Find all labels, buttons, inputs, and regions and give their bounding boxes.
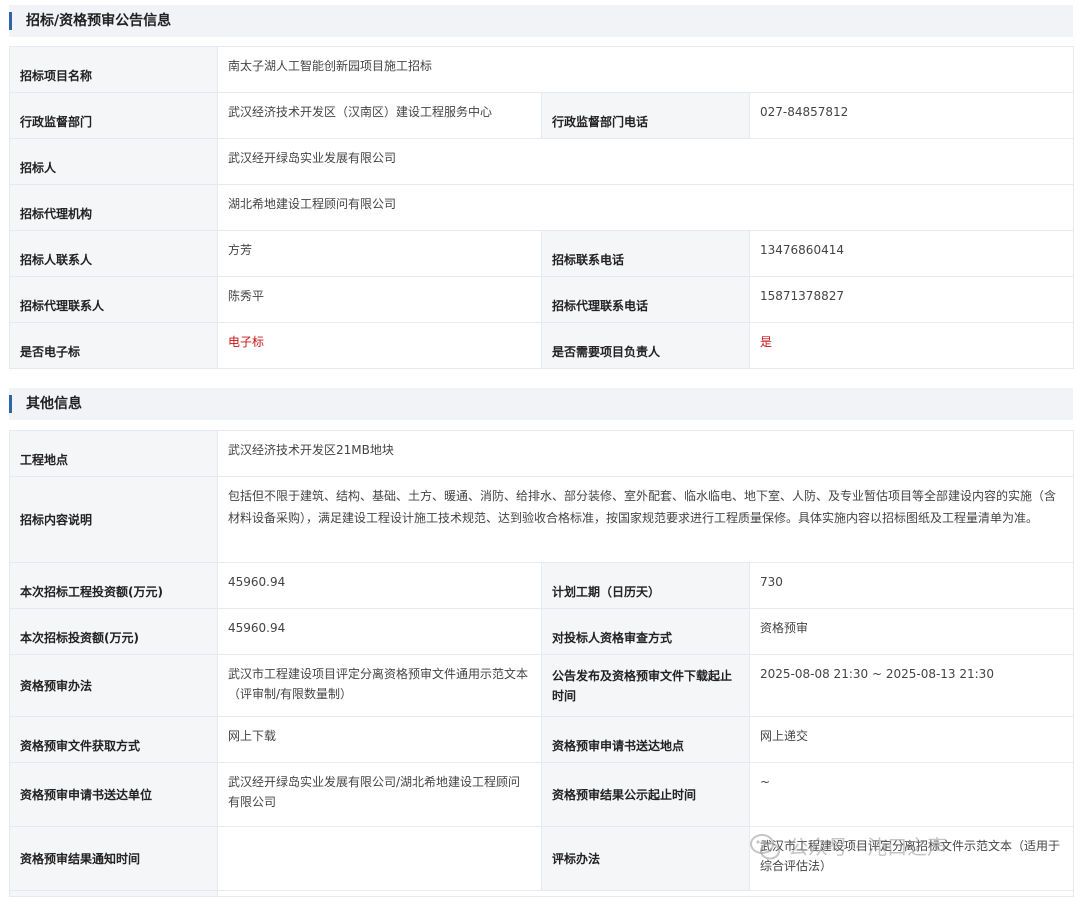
field-value: 南太子湖人工智能创新园项目施工招标 bbox=[216, 46, 1075, 93]
field-value: 武汉经济技术开发区21MB地块 bbox=[216, 430, 1075, 477]
project-leader-required-value: 是 bbox=[748, 322, 1075, 369]
section-accent-bar bbox=[9, 12, 12, 30]
field-label: 招标内容说明 bbox=[9, 476, 218, 563]
field-value: 027-84857812 bbox=[748, 92, 1075, 139]
section-accent-bar bbox=[9, 395, 12, 413]
field-label: 行政监督部门 bbox=[9, 92, 218, 139]
electronic-bid-value: 电子标 bbox=[217, 322, 542, 369]
section-header-other-info: 其他信息 bbox=[9, 388, 1073, 420]
table-row: 本次招标工程投资额(万元) 45960.94 计划工期（日历天） 730 bbox=[9, 562, 1075, 609]
field-label: 资格预审办法 bbox=[9, 654, 218, 717]
field-label: 工程地点 bbox=[9, 430, 218, 477]
table-row: 是否电子标 电子标 是否需要项目负责人 是 bbox=[9, 322, 1075, 369]
field-value bbox=[217, 826, 542, 891]
field-value bbox=[216, 890, 1075, 897]
field-label: 是否需要项目负责人 bbox=[541, 322, 750, 369]
table-row: 资格预审文件获取方式 网上下载 资格预审申请书送达地点 网上递交 bbox=[9, 716, 1075, 763]
table-row: 招标人联系人 方芳 招标联系电话 13476860414 bbox=[9, 230, 1075, 277]
section-title: 招标/资格预审公告信息 bbox=[26, 13, 172, 29]
section-header-bid-info: 招标/资格预审公告信息 bbox=[9, 5, 1073, 37]
field-label: 招标项目名称 bbox=[9, 46, 218, 93]
table-row: 资格预审办法 武汉市工程建设项目评定分离资格预审文件通用示范文本（评审制/有限数… bbox=[9, 654, 1075, 717]
field-label: 评标办法 bbox=[541, 826, 750, 891]
field-value: 2025-08-08 21:30 ~ 2025-08-13 21:30 bbox=[748, 654, 1075, 717]
table-row: 工程地点 武汉经济技术开发区21MB地块 bbox=[9, 430, 1075, 477]
field-label: 资格预审申请书送达地点 bbox=[541, 716, 750, 763]
other-info-table: 工程地点 武汉经济技术开发区21MB地块 招标内容说明 包括但不限于建筑、结构、… bbox=[9, 430, 1075, 897]
field-value: 资格预审 bbox=[748, 608, 1075, 655]
field-value: 15871378827 bbox=[748, 276, 1075, 323]
table-row: 资格预审结果通知时间 评标办法 武汉市工程建设项目评定分离招标文件示范文本（适用… bbox=[9, 826, 1075, 891]
table-row: 招标代理机构 湖北希地建设工程顾问有限公司 bbox=[9, 184, 1075, 231]
field-label: 资格预审文件获取方式 bbox=[9, 716, 218, 763]
table-row: 招标项目名称 南太子湖人工智能创新园项目施工招标 bbox=[9, 46, 1075, 93]
field-label: 招标联系电话 bbox=[541, 230, 750, 277]
field-value: ~ bbox=[748, 762, 1075, 827]
field-label: 资格预审申请书送达单位 bbox=[9, 762, 218, 827]
field-label: 对投标人资格审查方式 bbox=[541, 608, 750, 655]
field-value: 湖北希地建设工程顾问有限公司 bbox=[216, 184, 1075, 231]
field-label: 是否电子标 bbox=[9, 322, 218, 369]
field-label: 招标代理联系人 bbox=[9, 276, 218, 323]
field-label: 资格预审结果公示起止时间 bbox=[541, 762, 750, 827]
field-value: 730 bbox=[748, 562, 1075, 609]
field-label: 招标人联系人 bbox=[9, 230, 218, 277]
field-value: 网上下载 bbox=[217, 716, 542, 763]
field-label: 资格预审结果通知时间 bbox=[9, 826, 218, 891]
field-value: 陈秀平 bbox=[217, 276, 542, 323]
field-label: 公告发布及资格预审文件下载起止时间 bbox=[541, 654, 750, 717]
field-label: 招标代理联系电话 bbox=[541, 276, 750, 323]
field-value: 武汉经开绿岛实业发展有限公司/湖北希地建设工程顾问有限公司 bbox=[217, 762, 542, 827]
table-row bbox=[9, 890, 1075, 897]
field-label: 计划工期（日历天） bbox=[541, 562, 750, 609]
field-value: 45960.94 bbox=[217, 608, 542, 655]
field-label: 招标代理机构 bbox=[9, 184, 218, 231]
field-value: 武汉经开绿岛实业发展有限公司 bbox=[216, 138, 1075, 185]
field-value: 包括但不限于建筑、结构、基础、土方、暖通、消防、给排水、部分装修、室外配套、临水… bbox=[216, 476, 1075, 563]
field-value: 45960.94 bbox=[217, 562, 542, 609]
bid-info-table: 招标项目名称 南太子湖人工智能创新园项目施工招标 行政监督部门 武汉经济技术开发… bbox=[9, 46, 1075, 369]
field-value: 13476860414 bbox=[748, 230, 1075, 277]
field-label bbox=[9, 890, 218, 897]
field-value: 武汉市工程建设项目评定分离资格预审文件通用示范文本（评审制/有限数量制） bbox=[217, 654, 542, 717]
field-label: 本次招标投资额(万元) bbox=[9, 608, 218, 655]
field-value: 网上递交 bbox=[748, 716, 1075, 763]
field-label: 招标人 bbox=[9, 138, 218, 185]
field-label: 本次招标工程投资额(万元) bbox=[9, 562, 218, 609]
table-row: 招标代理联系人 陈秀平 招标代理联系电话 15871378827 bbox=[9, 276, 1075, 323]
field-value: 武汉市工程建设项目评定分离招标文件示范文本（适用于综合评估法） bbox=[748, 826, 1075, 891]
section-title: 其他信息 bbox=[26, 396, 82, 412]
table-row: 本次招标投资额(万元) 45960.94 对投标人资格审查方式 资格预审 bbox=[9, 608, 1075, 655]
table-row: 招标人 武汉经开绿岛实业发展有限公司 bbox=[9, 138, 1075, 185]
table-row: 行政监督部门 武汉经济技术开发区（汉南区）建设工程服务中心 行政监督部门电话 0… bbox=[9, 92, 1075, 139]
field-label: 行政监督部门电话 bbox=[541, 92, 750, 139]
field-value: 武汉经济技术开发区（汉南区）建设工程服务中心 bbox=[217, 92, 542, 139]
field-value: 方芳 bbox=[217, 230, 542, 277]
table-row: 资格预审申请书送达单位 武汉经开绿岛实业发展有限公司/湖北希地建设工程顾问有限公… bbox=[9, 762, 1075, 827]
table-row: 招标内容说明 包括但不限于建筑、结构、基础、土方、暖通、消防、给排水、部分装修、… bbox=[9, 476, 1075, 563]
